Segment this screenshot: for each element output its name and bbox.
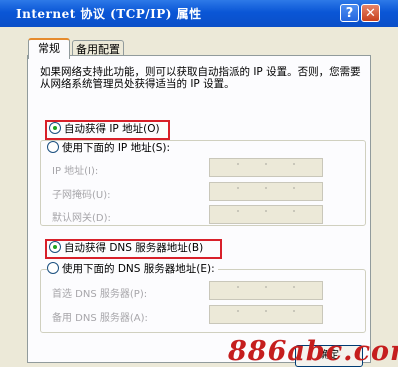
preferred-dns-label: 首选 DNS 服务器(P):: [52, 289, 148, 300]
alternate-dns-input[interactable]: [209, 305, 323, 324]
dialog-window: Internet 协议 (TCP/IP) 属性 ? ✕ 常规 备用配置 如果网络…: [0, 0, 398, 367]
auto-dns-option[interactable]: 自动获得 DNS 服务器地址(B): [49, 241, 203, 255]
preferred-dns-input[interactable]: [209, 281, 323, 300]
general-panel: 如果网络支持此功能，则可以获取自动指派的 IP 设置。否则，您需要从网络系统管理…: [27, 55, 371, 363]
close-button[interactable]: ✕: [361, 4, 380, 22]
auto-ip-label: 自动获得 IP 地址(O): [64, 123, 160, 135]
tab-strip: 常规 备用配置: [0, 27, 398, 59]
radio-unselected-icon[interactable]: [47, 141, 59, 153]
ip-address-label: IP 地址(I):: [52, 166, 99, 177]
auto-ip-option[interactable]: 自动获得 IP 地址(O): [49, 122, 160, 136]
auto-dns-label: 自动获得 DNS 服务器地址(B): [64, 242, 204, 254]
window-title: Internet 协议 (TCP/IP) 属性: [16, 7, 202, 21]
default-gateway-input[interactable]: [209, 205, 323, 224]
manual-ip-option[interactable]: 使用下面的 IP 地址(S):: [47, 141, 173, 155]
manual-ip-label: 使用下面的 IP 地址(S):: [62, 142, 170, 154]
radio-selected-icon[interactable]: [49, 122, 61, 134]
alternate-dns-label: 备用 DNS 服务器(A):: [52, 313, 148, 324]
radio-selected-icon[interactable]: [49, 241, 61, 253]
title-bar[interactable]: Internet 协议 (TCP/IP) 属性 ? ✕: [0, 0, 398, 27]
watermark-text: 886abc.com: [228, 336, 398, 367]
tab-general[interactable]: 常规: [28, 38, 70, 59]
help-button[interactable]: ?: [340, 4, 359, 22]
subnet-mask-label: 子网掩码(U):: [52, 190, 111, 201]
radio-unselected-icon[interactable]: [47, 262, 59, 274]
manual-dns-label: 使用下面的 DNS 服务器地址(E):: [62, 263, 215, 275]
manual-dns-option[interactable]: 使用下面的 DNS 服务器地址(E):: [47, 262, 218, 276]
description-text: 如果网络支持此功能，则可以获取自动指派的 IP 设置。否则，您需要从网络系统管理…: [40, 66, 361, 90]
subnet-mask-input[interactable]: [209, 182, 323, 201]
default-gateway-label: 默认网关(D):: [52, 213, 111, 224]
ip-address-input[interactable]: [209, 158, 323, 177]
